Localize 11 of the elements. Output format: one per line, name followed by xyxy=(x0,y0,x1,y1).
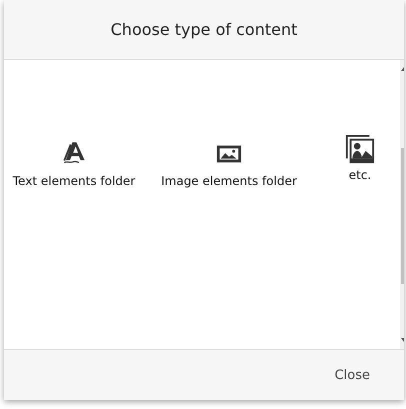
option-label: Text elements folder xyxy=(12,174,136,188)
dialog-title: Choose type of content xyxy=(110,20,298,39)
close-button[interactable]: Close xyxy=(330,362,374,388)
content-type-option[interactable]: etc. xyxy=(320,134,400,182)
option-label: etc. xyxy=(348,168,372,182)
gallery-icon xyxy=(345,134,375,164)
letter-icon xyxy=(61,140,87,164)
content-type-option[interactable]: Text elements folder xyxy=(6,140,142,188)
image-icon xyxy=(216,144,242,164)
option-label: Image elements folder xyxy=(161,174,297,188)
content-type-option[interactable]: Image elements folder xyxy=(154,140,304,188)
